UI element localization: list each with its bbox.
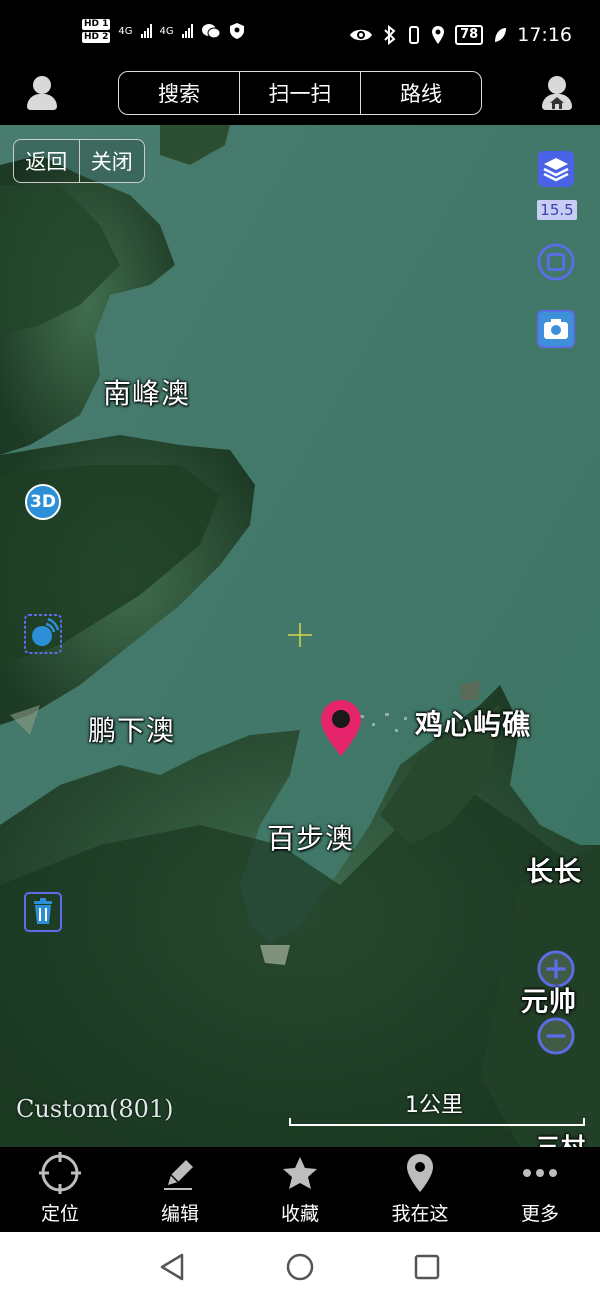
avatar-head — [548, 76, 566, 94]
pencil-icon — [164, 1160, 193, 1190]
place-label-nanfeng[interactable]: 南峰澳 — [103, 372, 190, 412]
camera-icon — [537, 310, 575, 348]
i-am-here-label: 我在这 — [391, 1203, 449, 1225]
more-icon — [523, 1169, 557, 1177]
back-button[interactable]: 返回 — [14, 140, 79, 182]
favorites-label: 收藏 — [280, 1203, 319, 1225]
location-icon — [432, 26, 445, 44]
hd-indicators: HD 1 HD 2 — [82, 18, 111, 44]
top-nav: 搜索 扫一扫 路线 — [0, 70, 600, 125]
compass-button[interactable] — [24, 614, 62, 654]
hd1-badge: HD 1 — [82, 19, 111, 30]
layers-button[interactable] — [537, 150, 575, 188]
scale-bar — [289, 1118, 585, 1126]
compass-icon — [24, 614, 62, 654]
shield-icon — [229, 23, 244, 39]
close-button[interactable]: 关闭 — [78, 140, 145, 182]
satellite-map[interactable]: 返回 关闭 15.5 3D 南峰澳 鹏下澳 百步澳 鸡心屿礁 长长 元帅 三村 … — [0, 125, 600, 1147]
recents-square-icon[interactable] — [413, 1253, 441, 1281]
zoom-out-button[interactable] — [537, 1017, 575, 1055]
place-label-changchang[interactable]: 长长 — [526, 850, 582, 889]
avatar-body — [27, 94, 57, 110]
network-2-label: 4G — [159, 25, 174, 37]
hd2-badge: HD 2 — [82, 32, 111, 43]
more-button[interactable]: 更多 — [480, 1147, 600, 1232]
delete-button[interactable] — [24, 892, 62, 932]
place-label-baibu[interactable]: 百步澳 — [267, 817, 354, 857]
search-tab[interactable]: 搜索 — [119, 72, 239, 114]
user-avatar-icon[interactable] — [25, 74, 59, 114]
edit-button[interactable]: 编辑 — [120, 1147, 240, 1232]
locate-button[interactable]: 定位 — [0, 1147, 120, 1232]
home-circle-icon[interactable] — [285, 1252, 315, 1282]
account-home-icon[interactable] — [540, 74, 574, 114]
bottom-toolbar: 定位 编辑 收藏 我在这 更多 — [0, 1147, 600, 1232]
scale-label: 1公里 — [405, 1093, 463, 1118]
eye-icon — [350, 29, 373, 41]
signal-2-icon — [181, 24, 193, 38]
map-imagery — [0, 125, 600, 1147]
clock: 17:16 — [517, 24, 572, 46]
locate-icon — [39, 1152, 81, 1194]
more-label: 更多 — [520, 1203, 559, 1225]
pin-icon — [407, 1154, 433, 1192]
battery-level: 78 — [455, 25, 484, 45]
leaf-icon — [495, 28, 507, 42]
star-icon — [283, 1157, 317, 1189]
camera-button[interactable] — [537, 310, 575, 348]
place-label-jixin[interactable]: 鸡心屿礁 — [415, 703, 531, 743]
trash-icon — [24, 892, 62, 932]
edit-label: 编辑 — [160, 1203, 199, 1225]
map-nav-buttons: 返回 关闭 — [13, 139, 145, 183]
scan-tab[interactable]: 扫一扫 — [239, 72, 360, 114]
system-navigation-bar — [0, 1232, 600, 1300]
map-source-watermark: Custom(801) — [16, 1095, 174, 1123]
top-tabs: 搜索 扫一扫 路线 — [118, 71, 482, 115]
favorites-button[interactable]: 收藏 — [240, 1147, 360, 1232]
signal-1-icon — [140, 24, 152, 38]
place-label-yuanshuai[interactable]: 元帅 — [521, 980, 577, 1019]
3d-label: 3D — [30, 492, 56, 512]
fullscreen-button[interactable] — [537, 243, 575, 281]
square-icon — [537, 243, 575, 281]
vibrate-icon — [409, 26, 420, 44]
route-tab[interactable]: 路线 — [360, 72, 481, 114]
place-label-bottom-right[interactable]: 三村 — [536, 1127, 586, 1147]
location-pin-icon[interactable] — [319, 698, 363, 758]
i-am-here-button[interactable]: 我在这 — [360, 1147, 480, 1232]
bluetooth-icon — [384, 25, 396, 45]
status-bar: HD 1 HD 2 4G 4G 78 17:16 — [0, 0, 600, 70]
home-icon — [550, 97, 564, 109]
zoom-level-badge: 15.5 — [537, 200, 577, 220]
place-label-pengxia[interactable]: 鹏下澳 — [88, 709, 175, 749]
minus-icon — [537, 1017, 575, 1055]
back-triangle-icon[interactable] — [158, 1252, 186, 1282]
locate-label: 定位 — [40, 1203, 79, 1225]
layers-icon — [538, 151, 574, 187]
avatar-head — [33, 76, 51, 94]
network-1-label: 4G — [118, 25, 133, 37]
3d-button[interactable]: 3D — [24, 483, 62, 521]
wechat-icon — [201, 24, 221, 39]
